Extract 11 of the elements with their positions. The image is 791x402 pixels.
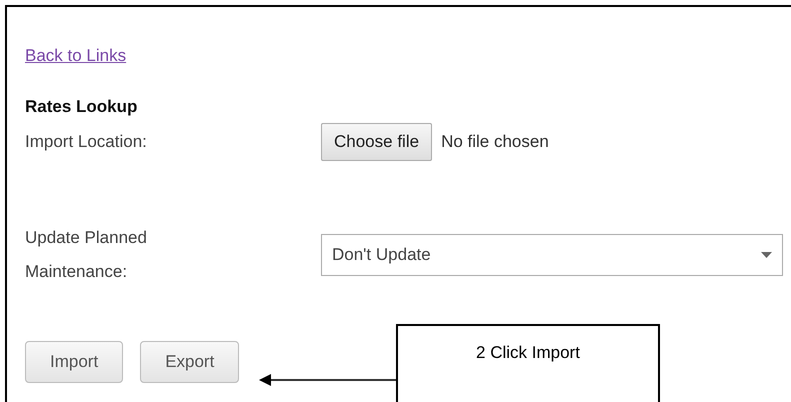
callout-box: 2 Click Import (396, 324, 660, 402)
file-status: No file chosen (441, 132, 549, 151)
section-heading: Rates Lookup (25, 97, 138, 117)
update-dropdown[interactable]: Don't Update (321, 234, 783, 276)
field-label: Import Location: (25, 131, 148, 153)
back-link[interactable]: Back to Links (25, 46, 126, 66)
field-label: Maintenance: (25, 261, 128, 283)
field-label: Update Planned (25, 227, 148, 249)
import-button[interactable]: Import (25, 341, 124, 383)
export-button[interactable]: Export (140, 341, 240, 383)
choose-file-button[interactable]: Choose file (321, 123, 432, 161)
